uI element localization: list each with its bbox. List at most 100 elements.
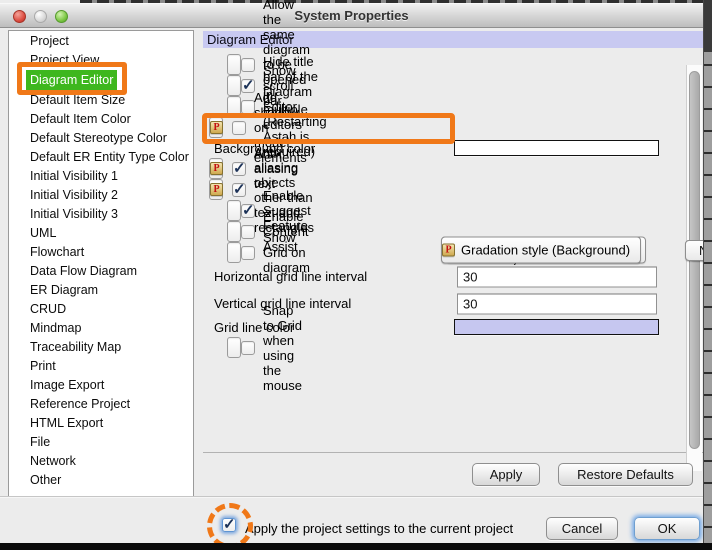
sidebar-item-label: UML (30, 224, 56, 243)
sidebar-item-label: Default Stereotype Color (30, 129, 167, 148)
hide-title-bar-of-row: Hide title bar of the Diagram Editor (Re… (227, 96, 241, 117)
background-color-swatch[interactable] (454, 140, 659, 156)
grid-line-color-swatch[interactable] (454, 319, 659, 335)
background-ruler (703, 0, 712, 550)
sidebar-item-crud[interactable]: CRUD (9, 300, 193, 319)
sidebar-item-diagram-editor[interactable]: Diagram Editor (9, 70, 193, 91)
sidebar-item-default-stereotype-color[interactable]: Default Stereotype Color (9, 129, 193, 148)
sidebar-item-project-view[interactable]: Project View (9, 51, 193, 70)
sidebar-item-label: Initial Visibility 3 (30, 205, 118, 224)
apply-project-settings-checkbox[interactable]: ✓ (222, 518, 236, 532)
checkmark-icon: ✓ (223, 515, 236, 533)
sidebar-item-label: Initial Visibility 2 (30, 186, 118, 205)
sidebar-item-label: Default Item Color (30, 110, 131, 129)
sidebar-item-label: CRUD (30, 300, 66, 319)
minimize-button[interactable] (34, 10, 47, 23)
close-button[interactable] (13, 10, 26, 23)
show-scroll-bar-row: ✓Show scroll bar (227, 75, 241, 96)
system-properties-dialog: System Properties ProjectProject ViewDia… (0, 0, 712, 550)
project-property-icon: P (442, 244, 455, 257)
sidebar-item-traceability-map[interactable]: Traceability Map (9, 338, 193, 357)
enable-suggest-feature-row: ✓Enable Suggest Feature (227, 200, 241, 221)
sidebar-item-mindmap[interactable]: Mindmap (9, 319, 193, 338)
sidebar-item-project[interactable]: Project (9, 32, 193, 51)
restore-defaults-button[interactable]: Restore Defaults (558, 463, 693, 486)
sidebar-item-label: Print (30, 357, 56, 376)
sidebar-item-label: Flowchart (30, 243, 84, 262)
settings-category-list: ProjectProject ViewDiagram EditorDefault… (8, 30, 194, 497)
cancel-button[interactable]: Cancel (546, 517, 618, 540)
anti-aliasing-text-row: P✓Anti-aliasing text (209, 158, 223, 179)
sidebar-item-flowchart[interactable]: Flowchart (9, 243, 193, 262)
sidebar-item-label: Mindmap (30, 319, 81, 338)
sidebar-item-print[interactable]: Print (9, 357, 193, 376)
horizontal-grid-line-interval-input[interactable]: 30 (457, 266, 657, 287)
checkmark-icon: ✓ (242, 76, 255, 94)
sidebar-item-label: ER Diagram (30, 281, 98, 300)
footer-bar: ✓ Apply the project settings to the curr… (0, 497, 703, 543)
sidebar-item-label: Network (30, 452, 76, 471)
horizontal-grid-line-interval-row: Horizontal grid line interval 30 (214, 263, 703, 290)
window-controls (13, 10, 68, 23)
enable-suggest-feature-checkbox[interactable]: ✓ (241, 204, 255, 218)
sidebar-item-label: File (30, 433, 50, 452)
sidebar-item-label: Initial Visibility 1 (30, 167, 118, 186)
sidebar-item-other[interactable]: Other (9, 471, 193, 490)
sidebar-item-default-item-color[interactable]: Default Item Color (9, 110, 193, 129)
hide-title-bar-of-checkbox[interactable] (241, 100, 255, 114)
sidebar-item-label: Data Flow Diagram (30, 262, 137, 281)
horizontal-grid-line-interval-label: Horizontal grid line interval (214, 269, 367, 284)
sidebar-item-label: Reference Project (30, 395, 130, 414)
sidebar-item-image-export[interactable]: Image Export (9, 376, 193, 395)
sidebar-item-default-er-entity-type[interactable]: Default ER Entity Type Color (9, 148, 193, 167)
allow-the-same-diagram-row: Allow the same diagram to be opened in m… (227, 54, 241, 75)
screen-bottom-edge (0, 543, 712, 550)
vertical-grid-line-interval-input[interactable]: 30 (457, 293, 657, 314)
add-shadow-on-model-checkbox[interactable] (232, 121, 246, 135)
gradation-style-background-row: PGradation style (Background)Normal (441, 237, 641, 264)
sidebar-item-label: HTML Export (30, 414, 103, 433)
diagram-editor-panel: Diagram Editor Allow the same diagram to… (203, 31, 703, 495)
snap-to-grid-when-label: Snap to Grid when using the mouse (263, 303, 302, 393)
window-title: System Properties (0, 4, 703, 28)
snap-to-grid-when-checkbox[interactable] (241, 341, 255, 355)
snap-to-grid-when-row: Snap to Grid when using the mouse (227, 337, 241, 358)
add-shadow-on-model-row: PAdd shadow on model elements (209, 117, 223, 138)
ok-button[interactable]: OK (634, 517, 700, 540)
titlebar[interactable]: System Properties (0, 3, 703, 28)
checkmark-icon: ✓ (233, 180, 246, 198)
checkmark-icon: ✓ (242, 201, 255, 219)
show-grid-on-diagram-row: Show Grid on diagram (227, 242, 241, 263)
allow-the-same-diagram-checkbox[interactable] (241, 58, 255, 72)
project-property-icon: P (210, 162, 223, 175)
anti-aliasing-objects-other-checkbox[interactable]: ✓ (232, 183, 246, 197)
sidebar-item-initial-visibility-1[interactable]: Initial Visibility 1 (9, 167, 193, 186)
panel-settings-body: Allow the same diagram to be opened in m… (203, 48, 703, 453)
anti-aliasing-objects-other-row: P✓Anti-aliasing objects other than text … (209, 179, 223, 200)
sidebar-item-er-diagram[interactable]: ER Diagram (9, 281, 193, 300)
enable-content-assist-checkbox[interactable] (241, 225, 255, 239)
sidebar-item-reference-project[interactable]: Reference Project (9, 395, 193, 414)
apply-button[interactable]: Apply (472, 463, 540, 486)
show-grid-on-diagram-checkbox[interactable] (241, 246, 255, 260)
sidebar-item-label: Default Item Size (30, 91, 125, 110)
anti-aliasing-text-checkbox[interactable]: ✓ (232, 162, 246, 176)
sidebar-item-network[interactable]: Network (9, 452, 193, 471)
sidebar-item-data-flow-diagram[interactable]: Data Flow Diagram (9, 262, 193, 281)
sidebar-item-uml[interactable]: UML (9, 224, 193, 243)
show-scroll-bar-checkbox[interactable]: ✓ (241, 79, 255, 93)
sidebar-item-file[interactable]: File (9, 433, 193, 452)
project-property-icon: P (210, 121, 223, 134)
sidebar-item-label: Image Export (30, 376, 104, 395)
sidebar-item-default-item-size[interactable]: Default Item Size (9, 91, 193, 110)
sidebar-item-initial-visibility-3[interactable]: Initial Visibility 3 (9, 205, 193, 224)
panel-button-row: Apply Restore Defaults (203, 453, 703, 494)
checkmark-icon: ✓ (233, 159, 246, 177)
sidebar-item-label: Traceability Map (30, 338, 121, 357)
sidebar-item-initial-visibility-2[interactable]: Initial Visibility 2 (9, 186, 193, 205)
apply-project-settings-label: Apply the project settings to the curren… (245, 521, 513, 536)
zoom-button[interactable] (55, 10, 68, 23)
project-property-icon: P (210, 183, 223, 196)
sidebar-item-label: Diagram Editor (26, 70, 117, 91)
sidebar-item-html-export[interactable]: HTML Export (9, 414, 193, 433)
